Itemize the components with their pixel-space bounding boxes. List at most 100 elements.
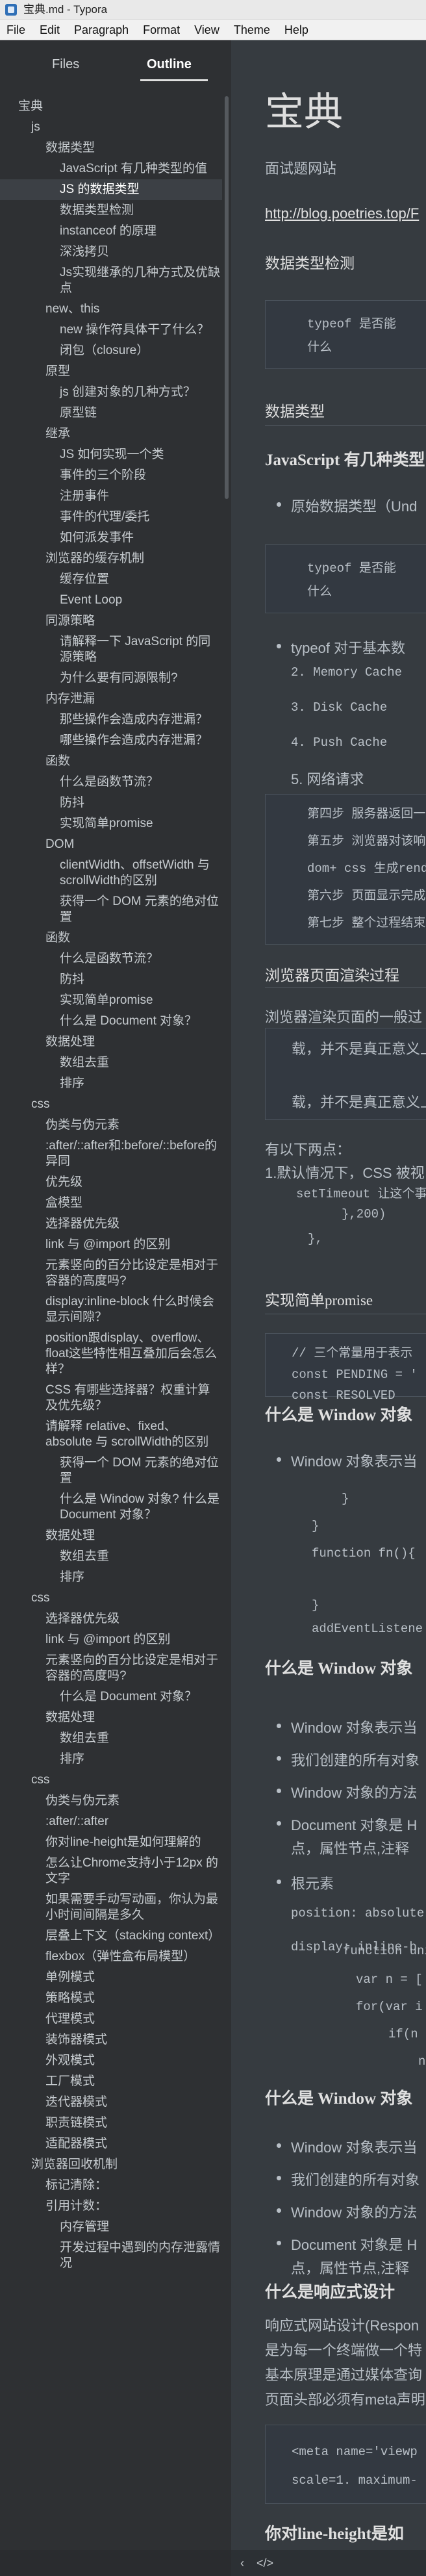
outline-item[interactable]: display:inline-block 什么时候会显示间隙？ — [0, 1292, 222, 1328]
tab-outline[interactable]: Outline — [147, 57, 192, 72]
outline-item[interactable]: css — [0, 1770, 222, 1791]
menu-edit[interactable]: Edit — [33, 19, 68, 40]
outline-item[interactable]: 缓存位置 — [0, 569, 222, 590]
outline-item[interactable]: 元素竖向的百分比设定是相对于容器的高度吗? — [0, 1255, 222, 1292]
outline-item[interactable]: 数组去重 — [0, 1546, 222, 1567]
outline-item[interactable]: 伪类与伪元素 — [0, 1115, 222, 1136]
outline-item[interactable]: 什么是函数节流？ — [0, 949, 222, 969]
outline-item[interactable]: 实现简单promise — [0, 813, 222, 834]
code-block[interactable]: <meta name='viewp scale=1. maximum- — [265, 2425, 426, 2504]
outline-item[interactable]: 函数 — [0, 751, 222, 772]
code-block[interactable]: 第四步 服务器返回一 第五步 浏览器对该响 dom+ css 生成rende 第… — [265, 794, 426, 945]
outline-item[interactable]: DOM — [0, 834, 222, 855]
outline-item[interactable]: 那些操作会造成内存泄漏？ — [0, 709, 222, 730]
code-block[interactable]: // 三个常量用于表示 const PENDING = ' const RESO… — [265, 1333, 426, 1403]
outline-item[interactable]: CSS 有哪些选择器？权重计算及优先级？ — [0, 1380, 222, 1416]
outline-item[interactable]: js 创建对象的几种方式？ — [0, 382, 222, 403]
outline-item[interactable]: 防抖 — [0, 793, 222, 813]
outline-item[interactable]: 为什么要有同源限制? — [0, 668, 222, 689]
outline-item[interactable]: clientWidth、offsetWidth 与 scrollWidth的区别 — [0, 855, 222, 891]
outline-item[interactable]: 事件的代理/委托 — [0, 507, 222, 528]
source-code-mode-icon[interactable]: </> — [257, 2557, 273, 2570]
outline-item[interactable]: instanceof 的原理 — [0, 221, 222, 242]
outline-item[interactable]: Js实现继承的几种方式及优缺点 — [0, 262, 222, 299]
outline-item[interactable]: 注册事件 — [0, 486, 222, 507]
menu-help[interactable]: Help — [278, 19, 316, 40]
outline-item[interactable]: 数据类型检测 — [0, 200, 222, 221]
outline-item[interactable]: 内存管理 — [0, 2217, 222, 2238]
outline-item[interactable]: 请解释一下 JavaScript 的同源策略 — [0, 631, 222, 668]
outline-item[interactable]: 什么是 Window 对象? 什么是 Document 对象？ — [0, 1489, 222, 1525]
outline-item[interactable]: 适配器模式 — [0, 2134, 222, 2154]
outline-item[interactable]: 你对line-height是如何理解的 — [0, 1832, 222, 1853]
outline-item[interactable]: 请解释 relative、fixed、absolute 与 scrollWidt… — [0, 1416, 222, 1453]
outline-item[interactable]: new 操作符具体干了什么？ — [0, 320, 222, 340]
outline-item[interactable]: 原型链 — [0, 403, 222, 424]
outline-item[interactable]: link 与 @import 的区别 — [0, 1629, 222, 1650]
outline-item[interactable]: 继承 — [0, 424, 222, 444]
outline-item[interactable]: css — [0, 1588, 222, 1609]
outline-item[interactable]: 闭包（closure） — [0, 340, 222, 361]
code-block[interactable]: typeof 是否能 什么 — [265, 300, 426, 369]
outline-item[interactable]: :after/::after — [0, 1811, 222, 1832]
outline-item[interactable]: 外观模式 — [0, 2050, 222, 2071]
outline-item[interactable]: 排序 — [0, 1073, 222, 1094]
outline-item[interactable]: 策略模式 — [0, 1988, 222, 2009]
code-block[interactable]: typeof 是否能 什么 — [265, 544, 426, 613]
outline-item[interactable]: 装饰器模式 — [0, 2030, 222, 2050]
outline-item[interactable]: 函数 — [0, 928, 222, 949]
outline-item[interactable]: 开发过程中遇到的内存泄露情况 — [0, 2238, 222, 2274]
outline-item[interactable]: 数据处理 — [0, 1525, 222, 1546]
outline-item[interactable]: css — [0, 1094, 222, 1115]
outline-item[interactable]: 如何派发事件 — [0, 528, 222, 548]
outline-item[interactable]: 选择器优先级 — [0, 1609, 222, 1629]
outline-item[interactable]: 选择器优先级 — [0, 1214, 222, 1234]
outline-item[interactable]: 什么是 Document 对象？ — [0, 1687, 222, 1707]
outline-item[interactable]: 排序 — [0, 1749, 222, 1770]
outline-item[interactable]: 深浅拷贝 — [0, 242, 222, 262]
outline-item[interactable]: 数组去重 — [0, 1052, 222, 1073]
outline-item[interactable]: 数据处理 — [0, 1032, 222, 1052]
outline-item[interactable]: 怎么让Chrome支持小于12px 的文字 — [0, 1853, 222, 1889]
outline-item[interactable]: 实现简单promise — [0, 990, 222, 1011]
outline-item[interactable]: 迭代器模式 — [0, 2092, 222, 2113]
outline-item[interactable]: JS 如何实现一个类 — [0, 444, 222, 465]
outline-item[interactable]: Event Loop — [0, 590, 222, 611]
outline-item[interactable]: 事件的三个阶段 — [0, 465, 222, 486]
code-block[interactable]: 载，并不是真正意义上 载，并不是真正意义上 — [265, 1028, 426, 1120]
outline-item[interactable]: 层叠上下文（stacking context） — [0, 1926, 222, 1946]
outline-item[interactable]: 伪类与伪元素 — [0, 1791, 222, 1811]
outline-item[interactable]: 防抖 — [0, 969, 222, 990]
tab-files[interactable]: Files — [52, 57, 79, 72]
menu-view[interactable]: View — [188, 19, 227, 40]
outline-item[interactable]: 优先级 — [0, 1172, 222, 1193]
outline-item[interactable]: 数据处理 — [0, 1707, 222, 1728]
outline-item[interactable]: 原型 — [0, 361, 222, 382]
menu-format[interactable]: Format — [136, 19, 188, 40]
outline-item[interactable]: 内存泄漏 — [0, 689, 222, 709]
outline-item[interactable]: 盒模型 — [0, 1193, 222, 1214]
editor-pane[interactable]: 宝典 面试题网站 http://blog.poetries.top/F 数据类型… — [231, 40, 426, 2576]
outline-item[interactable]: 引用计数： — [0, 2196, 222, 2217]
reference-link[interactable]: http://blog.poetries.top/F — [265, 205, 419, 222]
outline-item[interactable]: 浏览器回收机制 — [0, 2154, 222, 2175]
outline-item[interactable]: 数据类型 — [0, 138, 222, 159]
outline-item[interactable]: 同源策略 — [0, 611, 222, 631]
outline-item[interactable]: 数组去重 — [0, 1728, 222, 1749]
outline-item[interactable]: 如果需要手动写动画，你认为最小时间间隔是多久 — [0, 1889, 222, 1926]
outline-item[interactable]: 代理模式 — [0, 2009, 222, 2030]
outline-item[interactable]: JS 的数据类型 — [0, 179, 222, 200]
outline-item[interactable]: js — [0, 117, 222, 138]
outline-item[interactable]: new、this — [0, 299, 222, 320]
outline-item[interactable]: 哪些操作会造成内存泄漏？ — [0, 730, 222, 751]
outline-item[interactable]: link 与 @import 的区别 — [0, 1234, 222, 1255]
outline-item[interactable]: 什么是 Document 对象？ — [0, 1011, 222, 1032]
outline-item[interactable]: 什么是函数节流？ — [0, 772, 222, 793]
outline-item[interactable]: 职责链模式 — [0, 2113, 222, 2134]
outline-item[interactable]: JavaScript 有几种类型的值 — [0, 159, 222, 179]
menu-file[interactable]: File — [0, 19, 33, 40]
outline-item[interactable]: 工厂模式 — [0, 2071, 222, 2092]
outline-item[interactable]: 宝典 — [0, 96, 222, 117]
outline-item[interactable]: 标记清除： — [0, 2175, 222, 2196]
menu-theme[interactable]: Theme — [227, 19, 278, 40]
